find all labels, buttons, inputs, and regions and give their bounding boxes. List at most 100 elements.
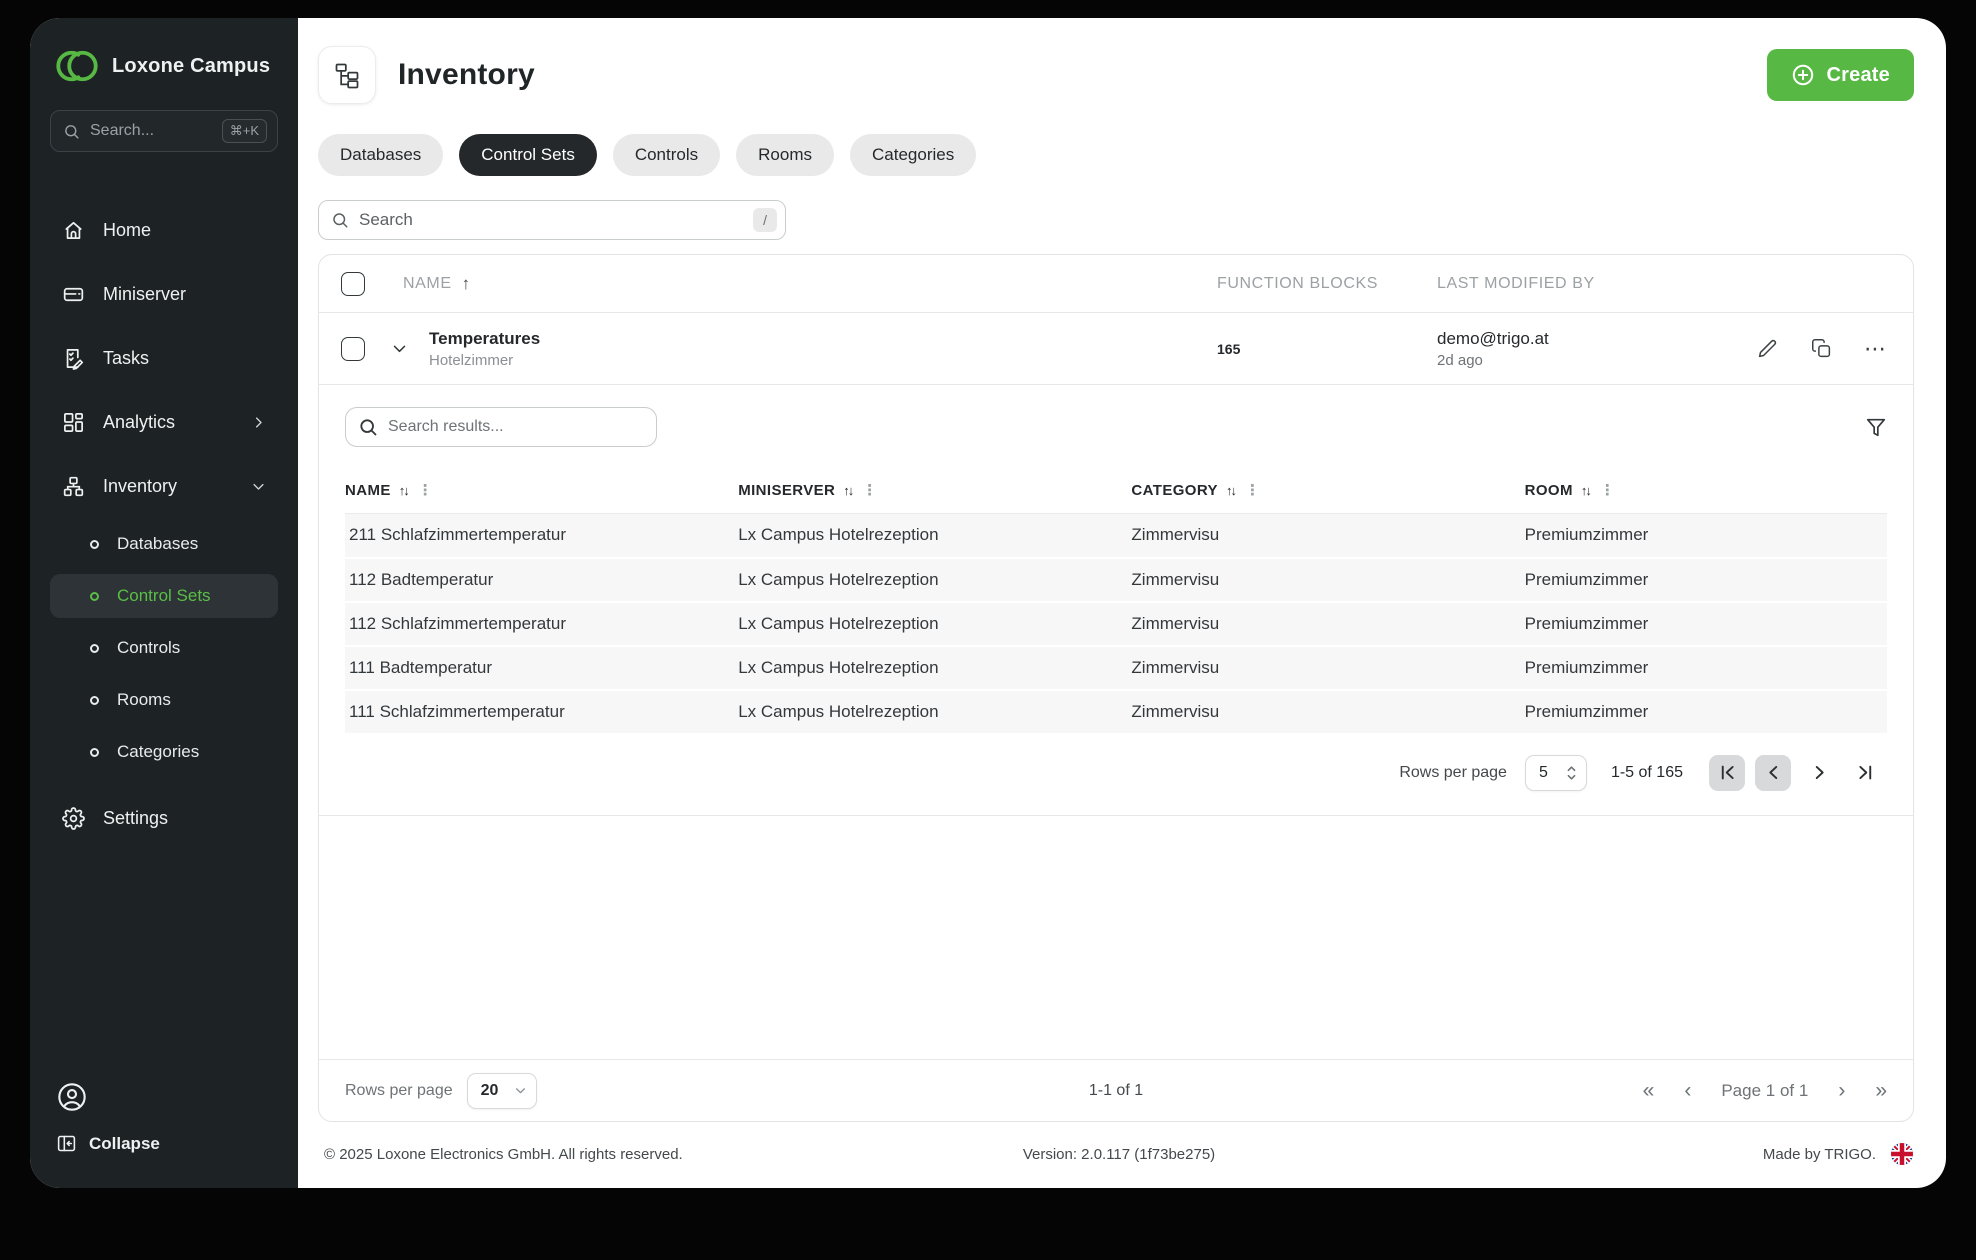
column-header-name[interactable]: NAME [403, 275, 452, 293]
copy-icon[interactable] [1811, 338, 1832, 359]
sidebar-search[interactable]: ⌘+K [50, 110, 278, 152]
results-search[interactable] [345, 407, 657, 447]
main-content: Inventory Create Databases Control Sets … [298, 18, 1946, 1188]
select-all-checkbox[interactable] [341, 271, 365, 296]
page-title: Inventory [398, 58, 535, 91]
cell-miniserver: Lx Campus Hotelrezeption [738, 557, 1132, 603]
empty-area [319, 816, 1913, 1060]
cell-name: 112 Badtemperatur [345, 557, 739, 603]
cell-room: Premiumzimmer [1524, 689, 1887, 735]
tab-controls[interactable]: Controls [612, 134, 721, 176]
slash-shortcut-badge: / [753, 208, 777, 232]
sidebar-item-label: Analytics [103, 411, 176, 432]
more-actions-icon[interactable]: ⋯ [1864, 337, 1887, 359]
next-page-icon[interactable]: › [1838, 1079, 1845, 1103]
page-size-select[interactable]: 20 [466, 1072, 537, 1109]
sidebar-item-analytics[interactable]: Analytics [50, 400, 278, 444]
sidebar-item-rooms[interactable]: Rooms [50, 678, 278, 722]
chevron-right-icon [251, 415, 266, 430]
cell-miniserver: Lx Campus Hotelrezeption [738, 689, 1132, 735]
sidebar-subitem-label: Control Sets [117, 586, 211, 605]
sidebar-item-controls[interactable]: Controls [50, 626, 278, 670]
edit-icon[interactable] [1757, 338, 1778, 359]
table-row[interactable]: Temperatures Hotelzimmer 165 demo@trigo.… [319, 313, 1913, 385]
subtable-row[interactable]: 111 Badtemperatur Lx Campus Hotelrezepti… [345, 645, 1887, 691]
sidebar-item-label: Settings [103, 807, 169, 828]
filter-icon[interactable] [1865, 416, 1887, 438]
sidebar-item-databases[interactable]: Databases [50, 522, 278, 566]
subtable-pagination: Rows per page 5 1-5 of 165 [345, 735, 1887, 815]
bullet-circle-icon [90, 643, 99, 653]
row-subtitle: Hotelzimmer [429, 351, 514, 369]
table-search-input[interactable] [359, 210, 744, 230]
first-page-button[interactable] [1709, 754, 1745, 791]
sort-icon[interactable]: ↑↓ [1226, 483, 1237, 498]
subtable-row[interactable]: 112 Badtemperatur Lx Campus Hotelrezepti… [345, 557, 1887, 603]
row-checkbox[interactable] [341, 336, 365, 361]
cell-name: 112 Schlafzimmertemperatur [345, 601, 739, 647]
sidebar-item-settings[interactable]: Settings [50, 796, 278, 840]
miniserver-icon [62, 283, 85, 306]
home-icon [62, 219, 85, 242]
first-page-icon[interactable]: « [1643, 1079, 1655, 1103]
bullet-circle-icon [90, 539, 99, 549]
subcolumn-room[interactable]: ROOM [1525, 482, 1573, 499]
uk-flag-icon[interactable] [1890, 1142, 1914, 1166]
tab-databases[interactable]: Databases [318, 134, 444, 176]
row-function-blocks: 165 [1217, 340, 1241, 357]
inventory-submenu: Databases Control Sets Controls Rooms Ca… [50, 518, 278, 778]
control-sets-table: NAME ↑ FUNCTION BLOCKS LAST MODIFIED BY … [318, 254, 1914, 1122]
page-header: Inventory Create [318, 46, 1914, 104]
row-name: Temperatures [429, 328, 541, 348]
previous-page-icon[interactable]: ‹ [1684, 1079, 1691, 1103]
sidebar-item-tasks[interactable]: Tasks [50, 336, 278, 380]
tab-categories[interactable]: Categories [850, 134, 977, 176]
column-menu-icon[interactable]: ⋮ [1245, 481, 1260, 499]
sidebar-item-control-sets[interactable]: Control Sets [50, 574, 278, 618]
cell-category: Zimmervisu [1131, 601, 1525, 647]
subtable-row[interactable]: 211 Schlafzimmertemperatur Lx Campus Hot… [345, 513, 1887, 559]
cell-category: Zimmervisu [1131, 557, 1525, 603]
sort-asc-icon: ↑ [461, 273, 471, 293]
sidebar-item-inventory[interactable]: Inventory [50, 464, 278, 508]
tab-control-sets[interactable]: Control Sets [459, 134, 597, 176]
sort-icon[interactable]: ↑↓ [843, 483, 854, 498]
user-avatar-icon[interactable] [56, 1081, 90, 1115]
collapse-button[interactable]: Collapse [56, 1123, 278, 1164]
results-search-input[interactable] [388, 418, 644, 436]
sidebar-search-input[interactable] [90, 122, 212, 140]
next-page-button[interactable] [1801, 755, 1837, 791]
collapse-row-icon[interactable] [387, 340, 411, 357]
column-menu-icon[interactable]: ⋮ [1600, 481, 1615, 499]
page-size-select[interactable]: 5 [1524, 754, 1587, 791]
column-menu-icon[interactable]: ⋮ [862, 481, 877, 499]
previous-page-button[interactable] [1755, 754, 1791, 791]
pagination-range: 1-1 of 1 [1088, 1081, 1144, 1099]
subcolumn-category[interactable]: CATEGORY [1131, 482, 1218, 499]
tab-rooms[interactable]: Rooms [736, 134, 834, 176]
subtable-row[interactable]: 111 Schlafzimmertemperatur Lx Campus Hot… [345, 689, 1887, 735]
sidebar-item-categories[interactable]: Categories [50, 730, 278, 774]
sort-icon[interactable]: ↑↓ [399, 483, 410, 498]
loxone-logo-icon [56, 48, 98, 84]
subtable-row[interactable]: 112 Schlafzimmertemperatur Lx Campus Hot… [345, 601, 1887, 647]
entity-tabs: Databases Control Sets Controls Rooms Ca… [318, 134, 1914, 176]
sidebar-item-miniserver[interactable]: Miniserver [50, 272, 278, 316]
sort-icon[interactable]: ↑↓ [1581, 483, 1592, 498]
row-modified-by: demo@trigo.at [1437, 328, 1549, 348]
subcolumn-miniserver[interactable]: MINISERVER [738, 482, 835, 499]
last-page-icon[interactable]: » [1875, 1079, 1887, 1103]
column-header-last-modified-by[interactable]: LAST MODIFIED BY [1437, 275, 1757, 293]
cell-name: 111 Badtemperatur [345, 645, 739, 691]
gear-icon [62, 806, 85, 830]
create-button[interactable]: Create [1766, 49, 1914, 101]
column-menu-icon[interactable]: ⋮ [418, 481, 433, 499]
rows-per-page-label: Rows per page [345, 1081, 453, 1099]
sidebar-item-home[interactable]: Home [50, 208, 278, 252]
last-page-button[interactable] [1847, 755, 1883, 791]
updown-chevrons-icon [1566, 765, 1577, 781]
page-size-value: 20 [480, 1081, 499, 1099]
table-search[interactable]: / [318, 200, 786, 240]
column-header-function-blocks[interactable]: FUNCTION BLOCKS [1217, 275, 1437, 293]
subcolumn-name[interactable]: NAME [345, 482, 391, 499]
